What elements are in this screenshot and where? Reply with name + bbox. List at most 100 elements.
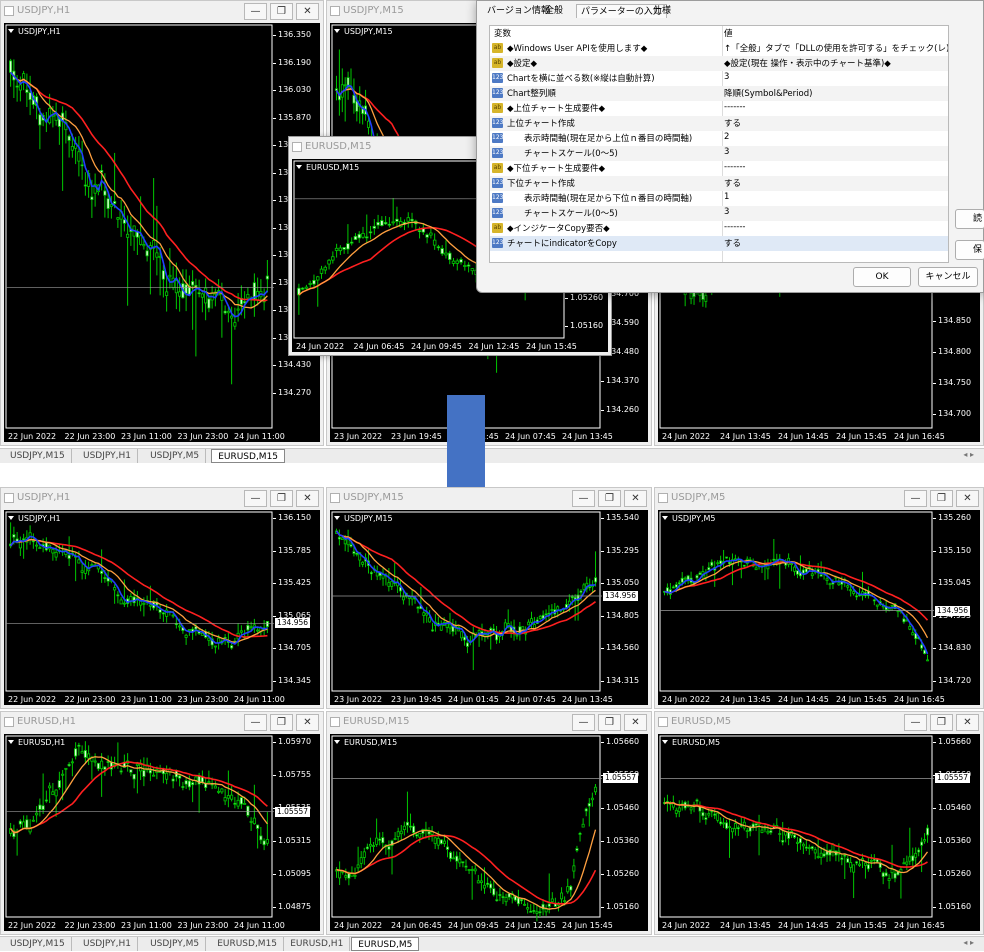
parameter-name: 下位チャート作成 <box>507 179 575 189</box>
chart-canvas[interactable]: EURUSD,M151.056601.055601.054601.053601.… <box>330 734 648 931</box>
minimize-button[interactable]: — <box>244 490 267 507</box>
parameter-row[interactable]: 123 上位チャート作成 する <box>490 116 948 131</box>
close-button[interactable]: ✕ <box>624 714 647 731</box>
restore-button[interactable]: ❐ <box>598 714 621 731</box>
restore-button[interactable]: ❐ <box>930 714 953 731</box>
close-button[interactable]: ✕ <box>296 490 319 507</box>
ok-button[interactable]: OK <box>853 267 911 287</box>
parameter-value[interactable]: 2 <box>722 132 948 142</box>
close-button[interactable]: ✕ <box>624 490 647 507</box>
y-axis-tick <box>933 518 936 519</box>
parameter-row[interactable]: ab ◆Windows User APIを使用します◆ ↑「全般」タブで「DLLの使… <box>490 41 948 56</box>
parameter-row[interactable]: 123 Chartを横に並べる数(※縦は自動計算) 3 <box>490 71 948 86</box>
chart-canvas[interactable]: USDJPY,H1 136.150 135.785 135.425 135.065 134… <box>4 510 320 705</box>
chart-window-b5[interactable]: EURUSD,M15—❐✕EURUSD,M151.056601.055601.0… <box>326 711 652 935</box>
parameter-row[interactable]: 123 チャートスケール(0～5) 3 <box>490 146 948 161</box>
chart-tab[interactable]: USDJPY,H1 <box>77 937 138 951</box>
chart-canvas[interactable]: EURUSD,H11.059701.057551.055351.053151.0… <box>4 734 320 931</box>
parameter-value[interactable]: ------- <box>722 102 948 112</box>
parameter-value[interactable]: する <box>722 177 948 189</box>
side-save-button[interactable]: 保 <box>955 240 984 260</box>
cancel-button[interactable]: キャンセル <box>918 267 978 287</box>
candle-body <box>707 813 711 816</box>
chart-window-b2[interactable]: USDJPY,M15 — ❐ ✕ USDJPY,M15 135.540 135.295 135… <box>326 487 652 709</box>
parameter-value[interactable]: 降順(Symbol&Period) <box>722 87 948 99</box>
close-button[interactable]: ✕ <box>296 3 319 20</box>
chart-tab[interactable]: USDJPY,M5 <box>144 449 207 463</box>
restore-button[interactable]: ❐ <box>270 490 293 507</box>
chart-tab[interactable]: USDJPY,M15 <box>4 937 72 951</box>
tab-specification[interactable]: 仕様 <box>649 4 675 18</box>
minimize-button[interactable]: — <box>572 490 595 507</box>
close-button[interactable]: ✕ <box>956 490 979 507</box>
parameter-row[interactable]: 123 Chart整列順 降順(Symbol&Period) <box>490 86 948 101</box>
chart-window-usdjpy-h1-top[interactable]: USDJPY,H1 — ❐ ✕ USDJPY,H1 136.350 136.190 1… <box>0 0 324 446</box>
window-title-bar[interactable]: USDJPY,M15 — ❐ ✕ <box>327 488 651 510</box>
parameter-value[interactable]: 3 <box>722 72 948 82</box>
candle-body <box>486 882 490 885</box>
chart-window-b3[interactable]: USDJPY,M5 — ❐ ✕ USDJPY,M5 135.260 135.150 135.0… <box>654 487 984 709</box>
chart-window-b1[interactable]: USDJPY,H1 — ❐ ✕ USDJPY,H1 136.150 135.785 135.4… <box>0 487 324 709</box>
header-variable[interactable]: 変数 <box>494 27 511 39</box>
candle-body <box>837 582 841 586</box>
restore-button[interactable]: ❐ <box>930 490 953 507</box>
parameter-value[interactable]: 1 <box>722 192 948 202</box>
minimize-button[interactable]: — <box>244 714 267 731</box>
parameter-row[interactable]: 123 下位チャート作成 する <box>490 176 948 191</box>
tab-scroll-arrows-icon[interactable]: ◂ ▸ <box>963 938 974 947</box>
candle-body <box>367 120 370 128</box>
side-load-button[interactable]: 読 <box>955 209 984 229</box>
chart-tab[interactable]: EURUSD,M5 <box>351 937 420 951</box>
chart-tab[interactable]: EURUSD,M15 <box>211 937 285 951</box>
minimize-button[interactable]: — <box>904 490 927 507</box>
chart-canvas[interactable]: USDJPY,M5135.260135.150135.045134.935134… <box>658 510 980 705</box>
parameter-value[interactable]: ------- <box>722 222 948 232</box>
minimize-button[interactable]: — <box>244 3 267 20</box>
tab-general[interactable]: 全般 <box>541 4 567 18</box>
parameter-row[interactable]: 123 チャートスケール(0～5) 3 <box>490 206 948 221</box>
header-value[interactable]: 値 <box>722 27 948 39</box>
parameter-value[interactable]: 3 <box>722 207 948 217</box>
y-axis-tick <box>273 310 276 311</box>
parameter-value[interactable]: ↑「全般」タブで「DLLの使用を許可する」をチェック(レ)してくだ... <box>722 42 948 54</box>
parameter-value[interactable]: ◆設定(現在 操作・表示中のチャート基準)◆ <box>722 57 948 69</box>
parameter-value[interactable]: 3 <box>722 147 948 157</box>
window-title-bar[interactable]: EURUSD,H1 — ❐ ✕ <box>1 712 323 734</box>
minimize-button[interactable]: — <box>904 714 927 731</box>
y-axis-tick-label: 134.705 <box>278 643 312 653</box>
chart-window-b4[interactable]: EURUSD,H1 —❐✕EURUSD,H1 1.05970 1.05755 1.055… <box>0 711 324 935</box>
window-title-bar[interactable]: EURUSD,M5 — ❐ ✕ <box>655 712 983 734</box>
close-button[interactable]: ✕ <box>296 714 319 731</box>
chart-canvas[interactable]: USDJPY,M15 135.540 135.295 135.050 134.805 13… <box>330 510 648 705</box>
chart-window-b6[interactable]: EURUSD,M5—❐✕EURUSD,M51.056601.055601.054… <box>654 711 984 935</box>
parameter-value[interactable]: する <box>722 237 948 249</box>
parameter-value[interactable]: する <box>722 117 948 129</box>
chart-canvas[interactable]: EURUSD,M51.056601.055601.054601.053601.0… <box>658 734 980 931</box>
close-button[interactable]: ✕ <box>956 714 979 731</box>
parameter-row[interactable]: 123 表示時間軸(現在足から下位ｎ番目の時間軸) 1 <box>490 191 948 206</box>
chart-tab[interactable]: USDJPY,M5 <box>144 937 207 951</box>
chart-tab[interactable]: EURUSD,H1 <box>284 937 351 951</box>
window-title-bar[interactable]: EURUSD,M15 — ❐ ✕ <box>327 712 651 734</box>
parameter-row[interactable]: ab ◆上位チャート生成要件◆ ------- <box>490 101 948 116</box>
y-axis-tick-label: 1.05460 <box>606 803 640 812</box>
window-title-bar[interactable]: USDJPY,H1 — ❐ ✕ <box>1 1 323 23</box>
parameter-row[interactable]: ab ◆設定◆ ◆設定(現在 操作・表示中のチャート基準)◆ <box>490 56 948 71</box>
tab-scroll-arrows-icon[interactable]: ◂ ▸ <box>963 450 974 459</box>
chart-tab[interactable]: USDJPY,M15 <box>4 449 72 463</box>
restore-button[interactable]: ❐ <box>270 3 293 20</box>
parameter-value[interactable]: ------- <box>722 162 948 172</box>
window-title-bar[interactable]: USDJPY,H1 — ❐ ✕ <box>1 488 323 510</box>
parameter-row[interactable]: 123 チャートにindicatorをCopy する <box>490 236 948 251</box>
chart-tab[interactable]: USDJPY,H1 <box>77 449 138 463</box>
restore-button[interactable]: ❐ <box>598 490 621 507</box>
minimize-button[interactable]: — <box>572 714 595 731</box>
restore-button[interactable]: ❐ <box>270 714 293 731</box>
parameter-row[interactable]: 123 表示時間軸(現在足から上位ｎ番目の時間軸) 2 <box>490 131 948 146</box>
y-axis-tick-label: 1.05160 <box>938 902 972 911</box>
chart-tab[interactable]: EURUSD,M15 <box>211 449 286 463</box>
chart-canvas[interactable]: USDJPY,H1136.350136.190136.030135.870135… <box>4 23 320 442</box>
parameter-row[interactable]: ab ◆インジケータCopy要否◆ ------- <box>490 221 948 236</box>
parameter-row[interactable]: ab ◆下位チャート生成要件◆ ------- <box>490 161 948 176</box>
window-title-bar[interactable]: USDJPY,M5 — ❐ ✕ <box>655 488 983 510</box>
